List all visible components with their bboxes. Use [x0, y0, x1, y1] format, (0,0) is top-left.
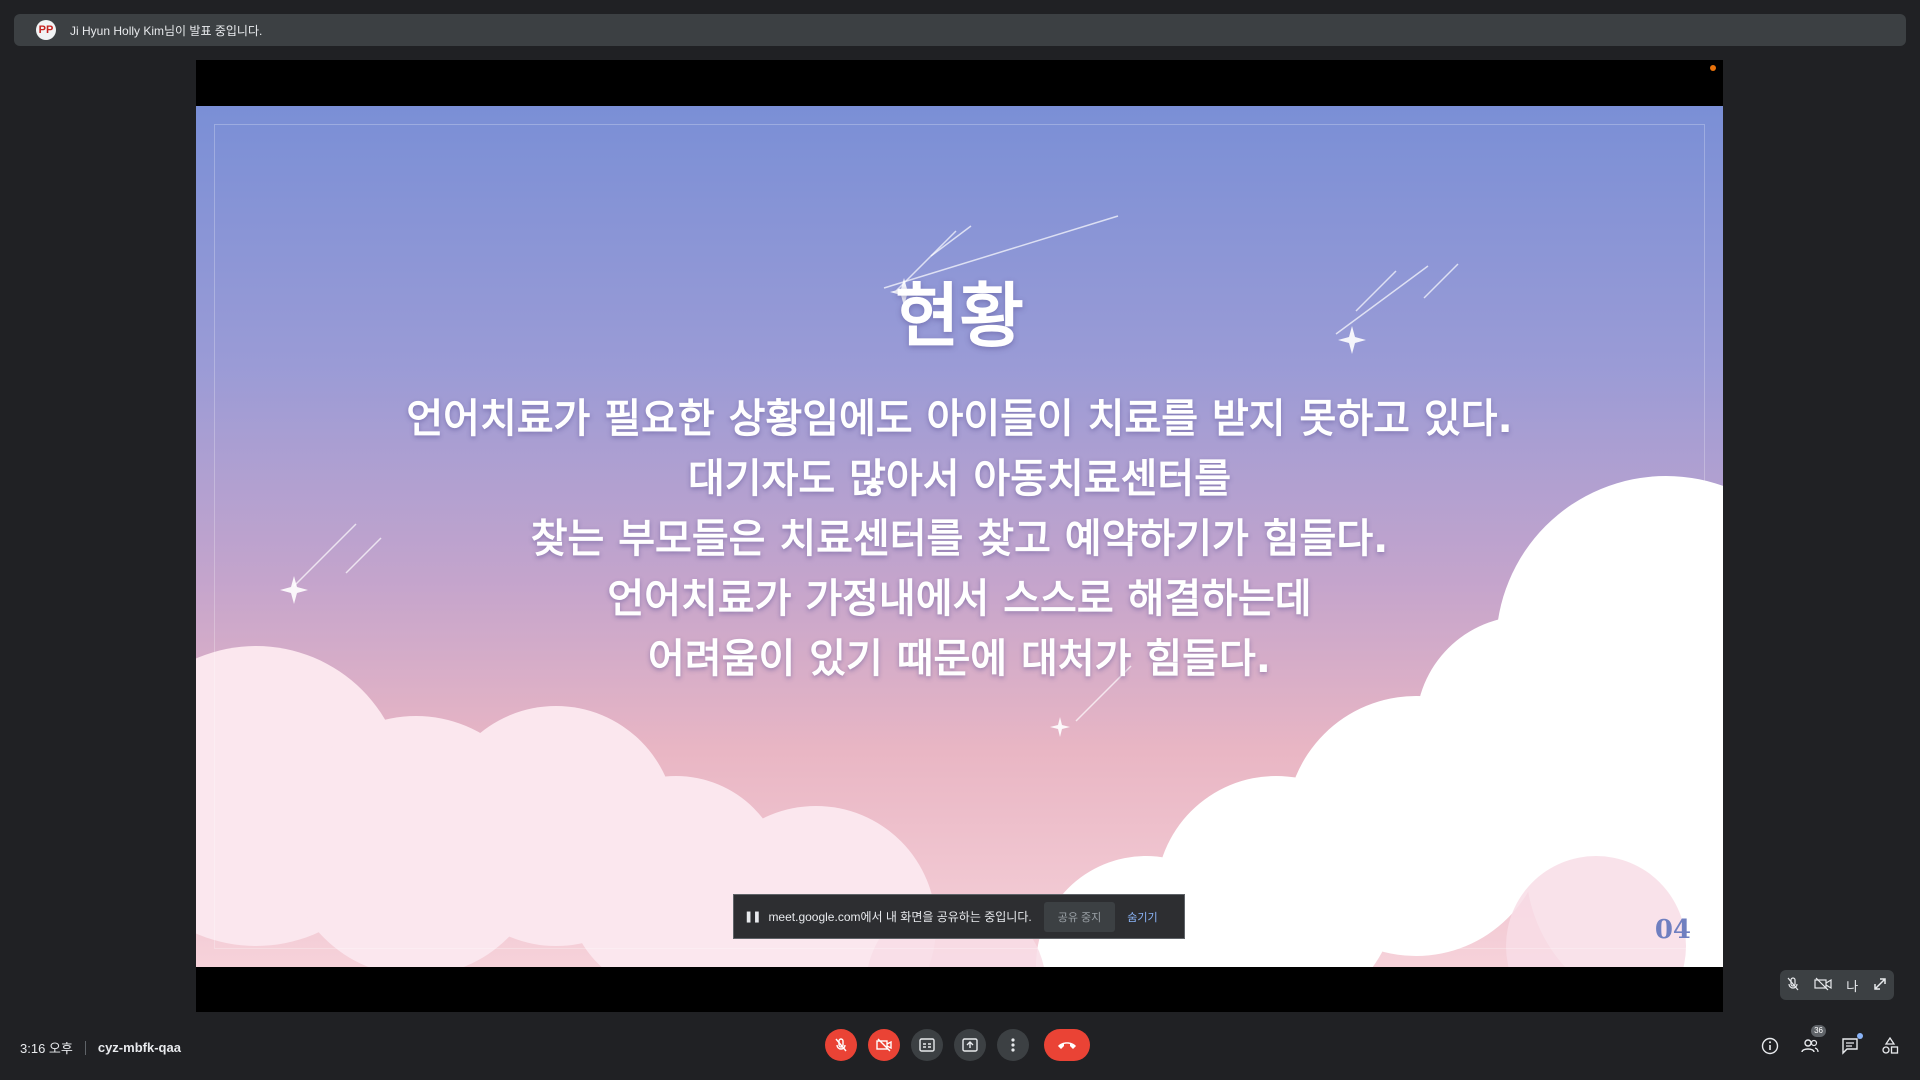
activities-button[interactable]	[1878, 1034, 1902, 1058]
leave-call-button[interactable]	[1044, 1029, 1090, 1061]
slide-title: 현황	[895, 275, 1024, 357]
participants-count-badge: 36	[1811, 1025, 1826, 1037]
clock-time: 3:16 오후	[20, 1041, 73, 1056]
slide-page-number: 04	[1654, 915, 1691, 945]
screen-share-banner: ❚❚ meet.google.com에서 내 화면을 공유하는 중입니다. 공유…	[733, 894, 1185, 939]
end-call-icon	[1058, 1042, 1076, 1049]
captions-button[interactable]	[911, 1029, 943, 1061]
chat-icon	[1842, 1038, 1858, 1055]
share-status-text: meet.google.com에서 내 화면을 공유하는 중입니다.	[768, 910, 1032, 924]
slide-body-line: 대기자도 많아서 아동치료센터를	[687, 456, 1232, 502]
presenter-text: Ji Hyun Holly Kim님이 발표 중입니다.	[70, 23, 263, 38]
captions-icon	[919, 1038, 935, 1052]
side-controls: 36	[1742, 1025, 1902, 1058]
self-name: 나	[1846, 978, 1859, 994]
slide-body-line: 찾는 부모들은 치료센터를 찾고 예약하기가 힘들다.	[530, 516, 1389, 562]
presentation-stage: 현황 언어치료가 필요한 상황임에도 아이들이 치료를 받지 못하고 있다. 대…	[196, 60, 1723, 1012]
divider	[84, 1040, 86, 1055]
present-icon	[962, 1038, 978, 1052]
meeting-info: 3:16 오후 cyz-mbfk-qaa	[20, 1038, 181, 1057]
slide-body-line: 언어치료가 가정내에서 스스로 해결하는데	[607, 576, 1312, 622]
presenter-banner: PP Ji Hyun Holly Kim님이 발표 중입니다.	[14, 14, 1906, 46]
stop-sharing-button[interactable]: 공유 중지	[1043, 901, 1116, 932]
presenter-avatar: PP	[36, 20, 56, 40]
chat-button[interactable]	[1838, 1033, 1863, 1058]
meeting-code: cyz-mbfk-qaa	[97, 1040, 181, 1055]
people-button[interactable]: 36	[1798, 1025, 1826, 1058]
chat-notification-dot	[1857, 1033, 1863, 1039]
recording-dot	[1710, 65, 1716, 71]
info-icon	[1761, 1037, 1779, 1055]
slide-body-line: 언어치료가 필요한 상황임에도 아이들이 치료를 받지 못하고 있다.	[406, 396, 1513, 442]
people-icon	[1801, 1039, 1819, 1053]
hide-banner-button[interactable]: 숨기기	[1127, 909, 1157, 925]
call-controls	[825, 1029, 1101, 1061]
camera-off-icon	[876, 1038, 892, 1052]
mic-off-icon	[835, 1038, 847, 1052]
camera-off-icon	[1814, 977, 1832, 994]
shared-slide: 현황 언어치료가 필요한 상황임에도 아이들이 치료를 받지 못하고 있다. 대…	[196, 106, 1723, 967]
slide-body: 언어치료가 필요한 상황임에도 아이들이 치료를 받지 못하고 있다. 대기자도…	[196, 389, 1723, 689]
camera-toggle-button[interactable]	[868, 1029, 900, 1061]
more-options-button[interactable]	[997, 1029, 1029, 1061]
mic-off-icon	[1787, 976, 1799, 994]
meeting-details-button[interactable]	[1758, 1034, 1782, 1058]
self-view-tile[interactable]: 나	[1780, 970, 1894, 1000]
more-options-icon	[1011, 1038, 1015, 1052]
slide-body-line: 어려움이 있기 때문에 대처가 힘들다.	[648, 636, 1271, 682]
activities-icon	[1882, 1037, 1899, 1054]
present-button[interactable]	[954, 1029, 986, 1061]
expand-icon[interactable]	[1873, 977, 1887, 994]
mic-toggle-button[interactable]	[825, 1029, 857, 1061]
pause-icon: ❚❚	[744, 911, 761, 923]
